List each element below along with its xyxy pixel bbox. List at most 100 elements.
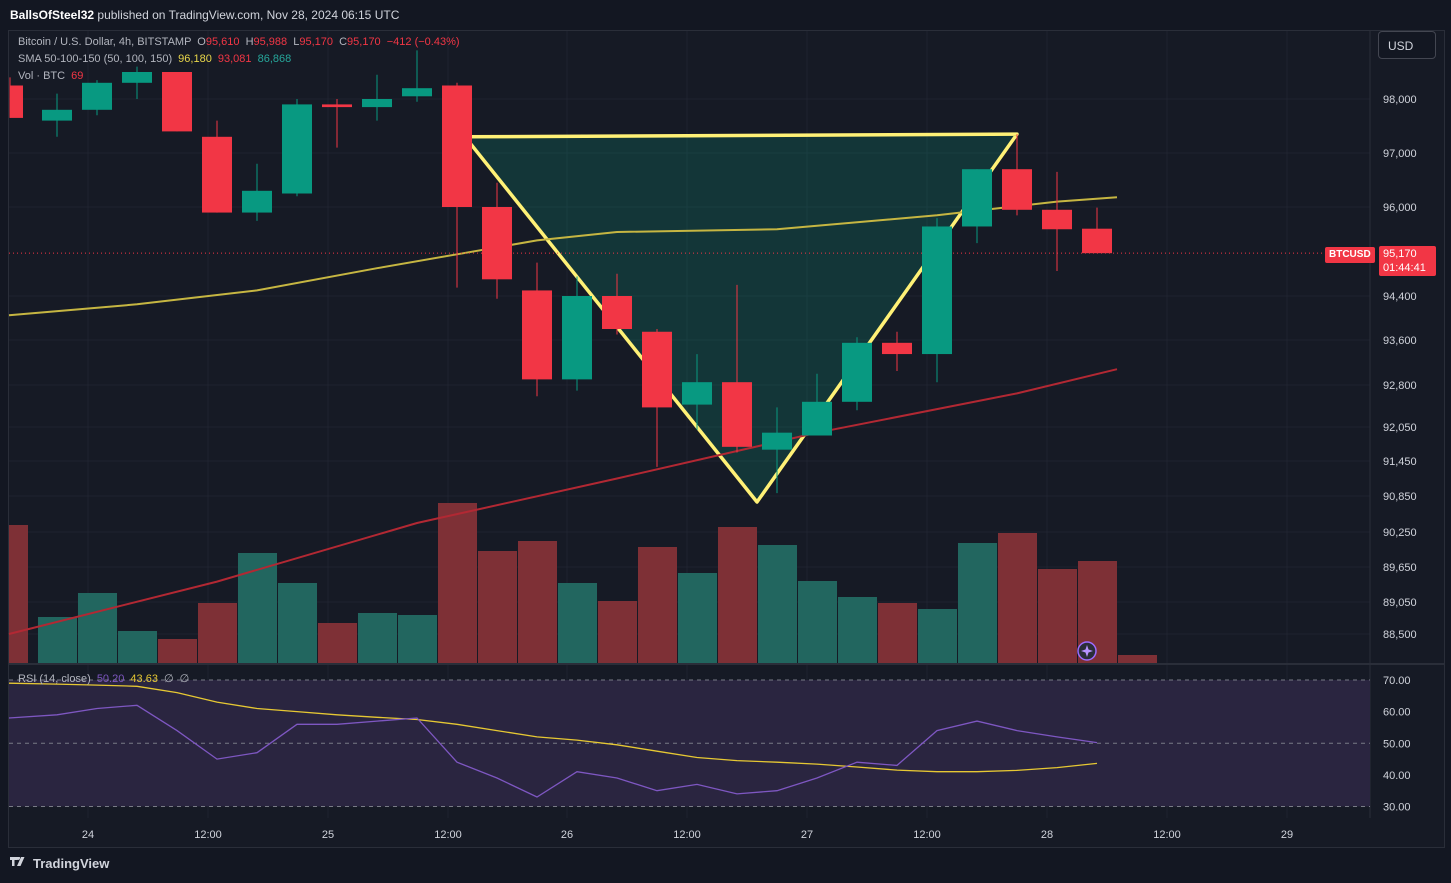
legend-open-value: 95,610 <box>205 36 240 48</box>
rsi-tick-label: 40.00 <box>1383 770 1411 782</box>
candle <box>322 99 352 148</box>
legend-change: −412 (−0.43%) <box>386 36 460 48</box>
legend-rsi-ma: 43.63 <box>130 673 158 685</box>
last-price-value: 95,170 <box>1383 248 1417 260</box>
currency-button[interactable]: USD <box>1378 31 1436 59</box>
volume-bar <box>998 533 1037 663</box>
price-tick-label: 98,000 <box>1383 94 1417 106</box>
volume-bar <box>798 581 837 663</box>
volume-bar <box>158 639 197 663</box>
volume-bar <box>758 545 797 663</box>
candle-body <box>202 136 232 213</box>
rsi-tick-label: 70.00 <box>1383 675 1411 687</box>
candle <box>962 169 992 244</box>
price-tick-label: 90,850 <box>1383 491 1417 503</box>
time-tick-label: 29 <box>1281 829 1293 841</box>
candle-body <box>162 72 192 132</box>
candle <box>9 77 23 118</box>
legend-volume: Vol · BTC 69 <box>18 69 83 83</box>
candle <box>122 66 152 99</box>
volume-bar <box>518 541 557 663</box>
volume-bar <box>9 525 28 663</box>
legend-sma100-value: 93,081 <box>217 53 252 65</box>
volume-bar <box>718 527 757 663</box>
price-tick-label: 91,450 <box>1383 456 1417 468</box>
price-tick-label: 89,050 <box>1383 597 1417 609</box>
legend-sma50-value: 96,180 <box>178 53 212 65</box>
volume-bar <box>1118 655 1157 663</box>
time-tick-label: 27 <box>801 829 813 841</box>
footer-brand-text: TradingView <box>33 856 110 871</box>
legend-vol-value: 69 <box>71 70 84 82</box>
price-tick-label: 97,000 <box>1383 148 1417 160</box>
legend-symbol[interactable]: Bitcoin / U.S. Dollar, 4h, BITSTAMP <box>18 36 191 48</box>
time-tick-label: 12:00 <box>434 829 462 841</box>
legend-rsi-x2: ∅ <box>179 673 190 685</box>
legend-rsi-label[interactable]: RSI (14, close) <box>18 673 91 685</box>
legend-rsi-value: 50.20 <box>96 673 125 685</box>
symbol-price-tag: BTCUSD <box>1325 247 1375 263</box>
candle <box>522 262 552 397</box>
time-tick-label: 25 <box>322 829 334 841</box>
candle-body <box>642 331 672 408</box>
time-tick-label: 12:00 <box>673 829 701 841</box>
volume-bar <box>438 503 477 663</box>
candle-body <box>10 85 23 118</box>
candle-body <box>122 72 152 83</box>
volume-bar <box>918 609 957 663</box>
candle <box>42 93 72 137</box>
candle <box>1082 207 1112 254</box>
volume-bar <box>878 603 917 663</box>
tradingview-brand[interactable]: TradingView <box>10 856 109 871</box>
rsi-tick-label: 30.00 <box>1383 802 1411 814</box>
tradingview-logo-icon <box>10 857 25 866</box>
volume-bar <box>638 547 677 663</box>
candle <box>242 163 272 221</box>
candle <box>882 331 912 371</box>
volume-bar <box>478 551 517 663</box>
rsi-tick-label: 50.00 <box>1383 738 1411 750</box>
candle-body <box>602 296 632 329</box>
candle-body <box>442 85 472 207</box>
price-axis: 98,000 97,000 96,000 94,400 93,600 92,800 92,0… <box>1383 94 1417 641</box>
time-tick-label: 24 <box>82 829 94 841</box>
candle-body <box>962 169 992 227</box>
candle-body <box>322 104 352 108</box>
candle-body <box>42 109 72 121</box>
candle-body <box>362 99 392 108</box>
volume-bar <box>558 583 597 663</box>
candle-body <box>842 342 872 402</box>
legend-main: Bitcoin / U.S. Dollar, 4h, BITSTAMP O95,… <box>18 35 460 49</box>
candle-body <box>242 190 272 213</box>
candle <box>362 74 392 121</box>
legend-sma-label[interactable]: SMA 50-100-150 (50, 100, 150) <box>18 53 172 65</box>
price-tick-label: 88,500 <box>1383 629 1417 641</box>
last-price-box: 95,170 01:44:41 <box>1379 246 1436 276</box>
candle-body <box>1002 169 1032 210</box>
candle-body <box>562 296 592 380</box>
time-tick-label: 12:00 <box>913 829 941 841</box>
chart-canvas[interactable]: 98,000 97,000 96,000 94,400 93,600 92,800 92,0… <box>0 0 1451 883</box>
candle-body <box>682 382 712 405</box>
legend-sma: SMA 50-100-150 (50, 100, 150) 96,180 93,… <box>18 52 291 66</box>
legend-rsi-x1: ∅ <box>164 673 174 685</box>
price-tick-label: 96,000 <box>1383 202 1417 214</box>
candle-body <box>802 401 832 436</box>
legend-rsi: RSI (14, close) 50.20 43.63 ∅ ∅ <box>18 672 189 686</box>
price-tick-label: 93,600 <box>1383 335 1417 347</box>
legend-high-value: 95,988 <box>253 36 288 48</box>
candle-body <box>762 432 792 450</box>
legend-vol-label[interactable]: Vol · BTC <box>18 70 65 82</box>
volume-bar <box>358 613 397 663</box>
candle-body <box>1082 228 1112 254</box>
time-tick-label: 12:00 <box>194 829 222 841</box>
volume-bar <box>398 615 437 663</box>
volume-series <box>9 503 1157 663</box>
candle <box>482 182 512 299</box>
candle <box>282 99 312 197</box>
candle-body <box>282 104 312 194</box>
candle <box>642 329 672 467</box>
volume-bar <box>118 631 157 663</box>
price-tick-label: 92,800 <box>1383 380 1417 392</box>
sparkle-icon <box>1077 641 1097 661</box>
